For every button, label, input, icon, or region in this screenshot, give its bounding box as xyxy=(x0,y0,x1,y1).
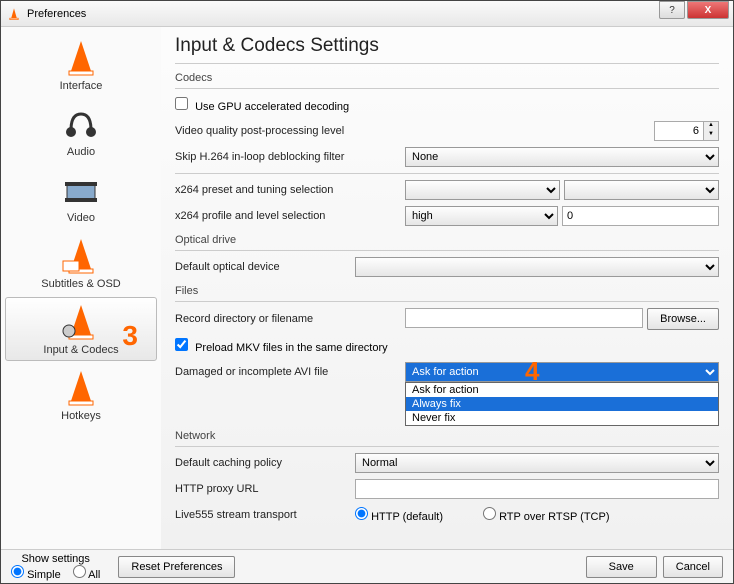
audio-icon xyxy=(61,104,101,144)
x264-profile-select[interactable]: high xyxy=(405,206,558,226)
spin-up-icon[interactable]: ▲ xyxy=(704,122,718,131)
record-input[interactable] xyxy=(405,308,643,328)
skip-select[interactable]: None xyxy=(405,147,719,167)
titlebar: Preferences ? X xyxy=(1,1,733,27)
avi-option[interactable]: Always fix xyxy=(406,397,718,411)
x264-preset-select[interactable] xyxy=(405,180,560,200)
sidebar-item-hotkeys[interactable]: Hotkeys xyxy=(5,363,157,427)
section-title: Files xyxy=(175,285,719,297)
optical-select[interactable] xyxy=(355,257,719,277)
sidebar-item-label: Interface xyxy=(60,80,103,92)
all-radio-label[interactable]: All xyxy=(73,565,101,581)
live555-rtp-radio-label[interactable]: RTP over RTSP (TCP) xyxy=(483,507,610,523)
vlc-cone-icon xyxy=(7,7,21,21)
avi-dropdown-list[interactable]: Ask for action Always fix Never fix xyxy=(405,382,719,426)
footer: Show settings Simple All Reset Preferenc… xyxy=(1,549,733,583)
reset-preferences-button[interactable]: Reset Preferences xyxy=(118,556,235,578)
section-codecs: Codecs Use GPU accelerated decoding Vide… xyxy=(175,72,719,226)
sidebar-item-input-codecs[interactable]: Input & Codecs 3 xyxy=(5,297,157,361)
gpu-checkbox-label[interactable]: Use GPU accelerated decoding xyxy=(175,97,349,113)
help-button[interactable]: ? xyxy=(659,1,685,19)
live555-http-radio[interactable] xyxy=(355,507,368,520)
optical-label: Default optical device xyxy=(175,261,355,273)
show-settings-label: Show settings xyxy=(21,553,89,565)
vq-label: Video quality post-processing level xyxy=(175,125,405,137)
preferences-window: Preferences ? X Interface Audio Video Su… xyxy=(0,0,734,584)
proxy-label: HTTP proxy URL xyxy=(175,483,355,495)
avi-option[interactable]: Never fix xyxy=(406,411,718,425)
live555-http-radio-label[interactable]: HTTP (default) xyxy=(355,507,443,523)
main-panel: Input & Codecs Settings Codecs Use GPU a… xyxy=(161,27,733,549)
section-title: Network xyxy=(175,430,719,442)
save-button[interactable]: Save xyxy=(586,556,657,578)
sidebar-item-subtitles[interactable]: Subtitles & OSD xyxy=(5,231,157,295)
avi-option[interactable]: Ask for action xyxy=(406,383,718,397)
vq-input[interactable] xyxy=(654,121,704,141)
section-optical: Optical drive Default optical device xyxy=(175,234,719,277)
subtitles-icon xyxy=(61,236,101,276)
sidebar-item-audio[interactable]: Audio xyxy=(5,99,157,163)
simple-radio[interactable] xyxy=(11,565,24,578)
interface-icon xyxy=(61,38,101,78)
sidebar-item-label: Subtitles & OSD xyxy=(41,278,120,290)
x264-tuning-select[interactable] xyxy=(564,180,719,200)
sidebar-item-video[interactable]: Video xyxy=(5,165,157,229)
section-title: Codecs xyxy=(175,72,719,84)
cancel-button[interactable]: Cancel xyxy=(663,556,723,578)
video-icon xyxy=(61,170,101,210)
sidebar-item-label: Audio xyxy=(67,146,95,158)
sidebar-item-label: Video xyxy=(67,212,95,224)
avi-label: Damaged or incomplete AVI file xyxy=(175,366,405,378)
caching-select[interactable]: Normal xyxy=(355,453,719,473)
preload-checkbox-label[interactable]: Preload MKV files in the same directory xyxy=(175,338,388,354)
page-title: Input & Codecs Settings xyxy=(175,35,719,57)
live555-rtp-radio[interactable] xyxy=(483,507,496,520)
spin-down-icon[interactable]: ▼ xyxy=(704,131,718,140)
record-label: Record directory or filename xyxy=(175,313,405,325)
avi-select[interactable]: Ask for action xyxy=(405,362,719,382)
sidebar: Interface Audio Video Subtitles & OSD In… xyxy=(1,27,161,549)
proxy-input[interactable] xyxy=(355,479,719,499)
simple-radio-label[interactable]: Simple xyxy=(11,565,61,581)
section-network: Network Default caching policy Normal HT… xyxy=(175,430,719,525)
preload-checkbox[interactable] xyxy=(175,338,188,351)
vq-spinner[interactable]: ▲▼ xyxy=(654,121,719,141)
close-button[interactable]: X xyxy=(687,1,729,19)
annotation-3: 3 xyxy=(122,320,138,352)
skip-label: Skip H.264 in-loop deblocking filter xyxy=(175,151,405,163)
gpu-checkbox[interactable] xyxy=(175,97,188,110)
input-codecs-icon xyxy=(61,302,101,342)
caching-label: Default caching policy xyxy=(175,457,355,469)
x264-preset-label: x264 preset and tuning selection xyxy=(175,184,405,196)
x264-level-input[interactable] xyxy=(562,206,719,226)
browse-button[interactable]: Browse... xyxy=(647,308,719,330)
x264-profile-label: x264 profile and level selection xyxy=(175,210,405,222)
annotation-4: 4 xyxy=(525,356,539,387)
section-files: Files Record directory or filename Brows… xyxy=(175,285,719,382)
window-title: Preferences xyxy=(27,8,86,20)
hotkeys-icon xyxy=(61,368,101,408)
sidebar-item-label: Hotkeys xyxy=(61,410,101,422)
sidebar-item-label: Input & Codecs xyxy=(43,344,118,356)
section-title: Optical drive xyxy=(175,234,719,246)
all-radio[interactable] xyxy=(73,565,86,578)
live555-label: Live555 stream transport xyxy=(175,509,355,521)
sidebar-item-interface[interactable]: Interface xyxy=(5,33,157,97)
